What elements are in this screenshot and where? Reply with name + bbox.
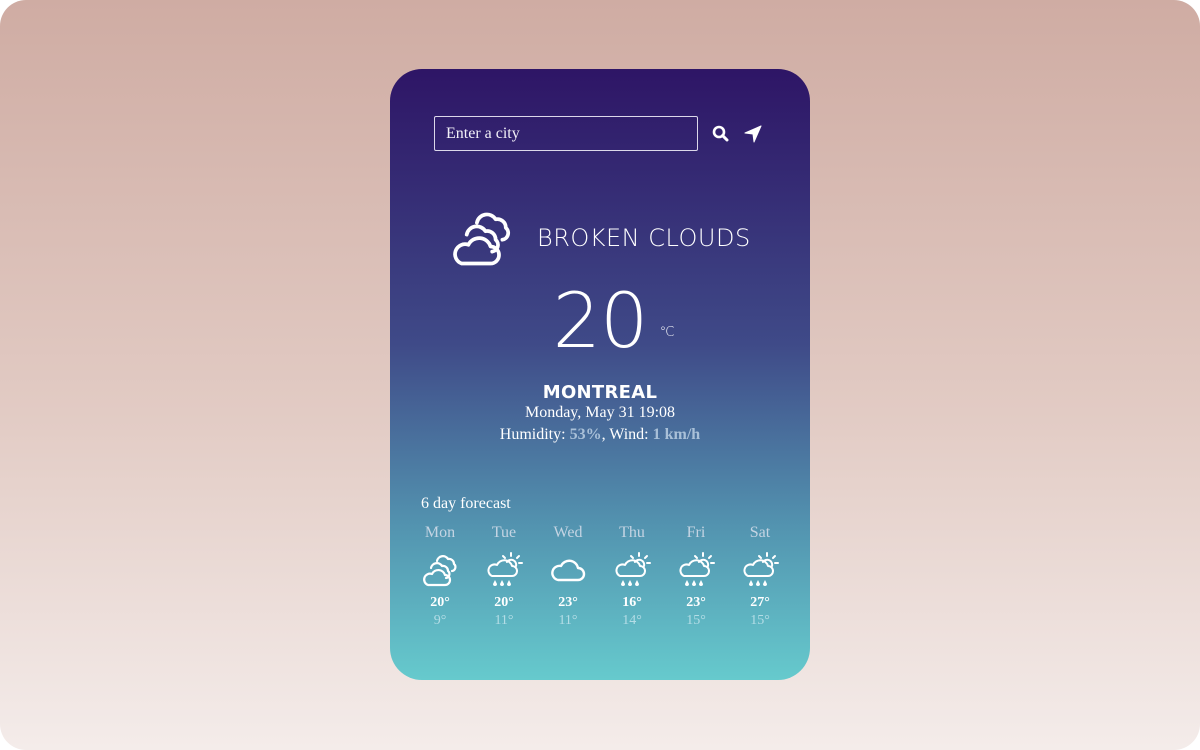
day-max-temp: 20° [430, 595, 450, 610]
sun-cloud-rain-icon [740, 550, 780, 590]
temperature-value: 20 [552, 276, 649, 365]
location-arrow-icon [744, 125, 762, 142]
humidity-label: Humidity: [499, 426, 570, 443]
forecast-day: Tue 20° 11° [472, 524, 536, 629]
search-icon [712, 125, 728, 142]
day-name: Tue [491, 524, 517, 541]
day-min-temp: 14° [622, 613, 642, 628]
city-search-input[interactable] [434, 116, 698, 151]
sun-cloud-rain-icon [676, 550, 716, 590]
current-summary: BROKEN CLOUDS [446, 204, 751, 272]
day-name: Mon [424, 524, 456, 541]
day-name: Wed [553, 524, 583, 541]
city-name: MONTREAL [542, 382, 658, 403]
wind-label: , Wind: [601, 426, 653, 443]
day-name: Sat [749, 524, 771, 541]
search-button[interactable] [709, 123, 731, 145]
forecast-day: Wed 23° 11° [536, 524, 600, 629]
day-min-temp: 9° [433, 613, 447, 628]
day-name: Fri [686, 524, 706, 541]
weather-description: BROKEN CLOUDS [537, 224, 751, 252]
search-bar [434, 116, 764, 151]
current-temperature: 20 °C [390, 279, 810, 363]
current-location-button[interactable] [742, 123, 764, 145]
sun-cloud-rain-icon [612, 550, 652, 590]
broken-clouds-icon [420, 550, 460, 590]
day-max-temp: 16° [622, 595, 642, 610]
forecast-day: Mon 20° 9° [408, 524, 472, 629]
forecast-day: Fri 23° 15° [664, 524, 728, 629]
humidity-value: 53% [569, 426, 602, 443]
cloud-icon [548, 550, 588, 590]
day-max-temp: 20° [494, 595, 514, 610]
forecast-title: 6 day forecast [421, 495, 511, 512]
forecast-day: Thu 16° 14° [600, 524, 664, 629]
broken-clouds-icon [446, 204, 518, 272]
wind-value: 1 km/h [652, 426, 701, 443]
weather-card: BROKEN CLOUDS 20 °C MONTREAL Monday, May… [390, 69, 810, 680]
day-max-temp: 23° [558, 595, 578, 610]
forecast-day: Sat 27° 15° [728, 524, 792, 629]
sun-cloud-rain-icon [484, 550, 524, 590]
page-background: BROKEN CLOUDS 20 °C MONTREAL Monday, May… [0, 0, 1200, 750]
date-time: Monday, May 31 19:08 [524, 404, 676, 421]
day-max-temp: 27° [750, 595, 770, 610]
day-min-temp: 15° [686, 613, 706, 628]
day-min-temp: 11° [558, 613, 578, 628]
temperature-unit: °C [659, 325, 675, 340]
day-max-temp: 23° [686, 595, 706, 610]
weather-details: Humidity: 53%, Wind: 1 km/h [390, 426, 810, 444]
day-min-temp: 11° [494, 613, 514, 628]
day-min-temp: 15° [750, 613, 770, 628]
day-name: Thu [619, 524, 645, 541]
forecast-list: Mon 20° 9° Tue 20° 11° Wed 23° 11° Thu 1… [408, 524, 808, 629]
